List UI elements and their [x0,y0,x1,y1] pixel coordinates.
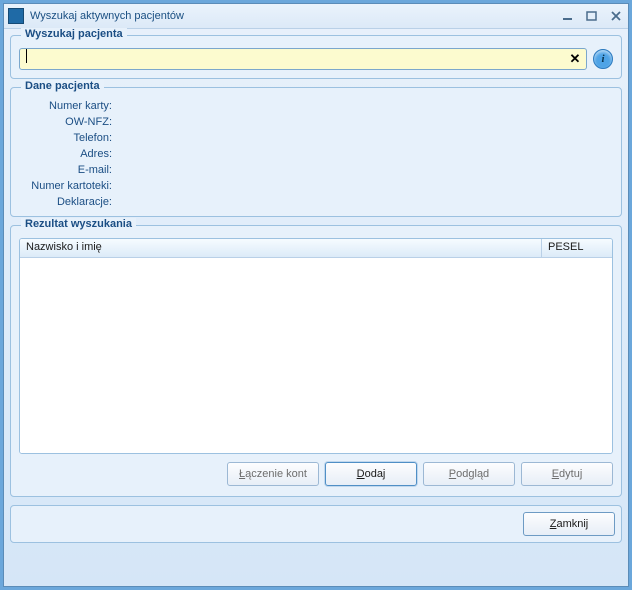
search-group-title: Wyszukaj pacjenta [21,28,127,40]
label-address: Adres: [19,148,114,160]
search-group: Wyszukaj pacjenta ✕ i [10,35,622,79]
value-email [114,164,613,176]
action-buttons: Łączenie kont Dodaj Podgląd Edytuj [19,462,613,486]
label-declarations: Deklaracje: [19,196,114,208]
value-declarations [114,196,613,208]
results-group-title: Rezultat wyszukania [21,218,136,230]
edit-button[interactable]: Edytuj [521,462,613,486]
search-input-wrap: ✕ [19,48,587,70]
label-card-no: Numer karty: [19,100,114,112]
column-name[interactable]: Nazwisko i imię [20,239,542,257]
window-controls [560,9,624,23]
info-icon[interactable]: i [593,49,613,69]
patient-group-title: Dane pacjenta [21,80,104,92]
value-address [114,148,613,160]
close-button[interactable]: Zamknij [523,512,615,536]
label-file-no: Numer kartoteki: [19,180,114,192]
preview-button[interactable]: Podgląd [423,462,515,486]
label-phone: Telefon: [19,132,114,144]
grid-header: Nazwisko i imię PESEL [20,239,612,258]
label-ow-nfz: OW-NFZ: [19,116,114,128]
window-title: Wyszukaj aktywnych pacjentów [30,10,560,22]
value-phone [114,132,613,144]
value-card-no [114,100,613,112]
column-pesel[interactable]: PESEL [542,239,612,257]
add-button[interactable]: Dodaj [325,462,417,486]
patient-group: Dane pacjenta Numer karty: OW-NFZ: Telef… [10,87,622,217]
grid-body[interactable] [20,258,612,453]
close-window-button[interactable] [608,9,624,23]
value-ow-nfz [114,116,613,128]
value-file-no [114,180,613,192]
window: Wyszukaj aktywnych pacjentów Wyszukaj pa… [3,3,629,587]
clear-icon[interactable]: ✕ [567,51,583,67]
footer: Zamknij [10,505,622,543]
titlebar: Wyszukaj aktywnych pacjentów [4,4,628,29]
maximize-button[interactable] [584,9,600,23]
results-grid[interactable]: Nazwisko i imię PESEL [19,238,613,454]
label-email: E-mail: [19,164,114,176]
merge-accounts-button[interactable]: Łączenie kont [227,462,319,486]
minimize-button[interactable] [560,9,576,23]
results-group: Rezultat wyszukania Nazwisko i imię PESE… [10,225,622,497]
app-icon [8,8,24,24]
client-area: Wyszukaj pacjenta ✕ i Dane pacjenta Nume… [4,29,628,549]
search-input[interactable] [19,48,587,70]
